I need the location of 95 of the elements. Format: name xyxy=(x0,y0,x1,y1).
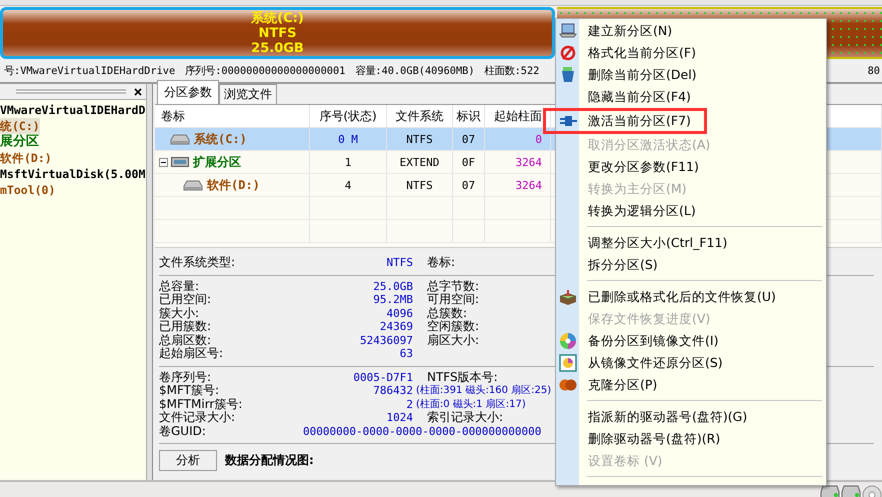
field-value: 52436097 xyxy=(359,334,413,347)
partition-block[interactable]: 系统(C:) NTFS 25.0GB xyxy=(0,7,555,59)
picture-icon xyxy=(558,354,576,372)
menu-item[interactable]: 格式化当前分区(F) xyxy=(556,42,826,64)
menu-item[interactable]: 转换为逻辑分区(L) xyxy=(556,200,826,222)
column-header[interactable]: 标识 xyxy=(453,105,485,127)
disk-drive-icon xyxy=(171,156,189,168)
collapse-icon[interactable] xyxy=(159,158,168,166)
field-value: (柱面:0 磁头:1 扇区:17) xyxy=(416,398,527,411)
pie-icon xyxy=(558,332,576,350)
box-icon xyxy=(558,288,576,306)
field-value: (柱面:391 磁头:160 扇区:25) xyxy=(416,384,552,398)
field-label: 已用空间: xyxy=(159,293,212,306)
menu-item[interactable]: 调整分区大小(Ctrl_F11) xyxy=(556,232,826,254)
partition-label: NTFS xyxy=(258,26,296,40)
disk-info-text: 80 xyxy=(868,65,880,77)
partition-label: 25.0GB xyxy=(251,40,304,56)
field-label: 簇大小: xyxy=(159,306,200,320)
field-value: 2 xyxy=(405,398,413,411)
field-value: 63 xyxy=(398,347,413,360)
field-value: 95.2MB xyxy=(372,293,413,306)
field-label: 文件记录大小: xyxy=(159,411,236,424)
field-label: 总扇区数: xyxy=(159,334,212,346)
tree-item[interactable]: MsftVirtualDisk(5.00M xyxy=(0,166,146,182)
column-header[interactable]: 起始柱面 xyxy=(485,105,551,127)
table-cell: 3264 xyxy=(485,174,551,196)
field-value: 0005-D7F1 xyxy=(352,370,413,384)
chart-heading: 数据分配情况图: xyxy=(225,452,314,469)
menu-item[interactable]: 从镜像文件还原分区(S) xyxy=(556,352,826,374)
field-label: 索引记录大小: xyxy=(427,411,504,424)
field-label: NTFS版本号: xyxy=(427,370,499,384)
field-label: $MFTMirr簇号: xyxy=(159,398,244,410)
field-label: 总字节数: xyxy=(427,280,480,293)
menu-item[interactable]: 拆分分区(S) xyxy=(556,254,826,276)
tree-item[interactable]: 统(C:) xyxy=(0,118,40,134)
tab[interactable]: 浏览文件 xyxy=(219,84,277,104)
table-cell: 4 xyxy=(310,174,387,196)
table-cell: 07 xyxy=(453,128,485,150)
table-cell: 07 xyxy=(453,174,485,196)
column-header[interactable]: 文件系统 xyxy=(387,105,453,127)
field-label: 卷序列号: xyxy=(159,370,212,384)
field-value: NTFS xyxy=(386,256,413,270)
field-label: 已用簇数: xyxy=(159,320,212,334)
menu-item[interactable]: 隐藏当前分区(F4) xyxy=(556,86,826,108)
table-cell: 1 xyxy=(310,151,387,173)
volume-label: 扩展分区 xyxy=(193,154,241,170)
volume-label: 软件(D:) xyxy=(207,176,260,194)
field-value: 4096 xyxy=(386,306,413,320)
field-label: 空闲簇数: xyxy=(427,320,480,334)
no-sign-icon xyxy=(558,44,576,62)
grip-icon xyxy=(16,88,126,94)
disk-info-text: 容量:40.0GB(40960MB) xyxy=(355,64,475,78)
tree-item[interactable]: 软件(D:) xyxy=(0,150,52,166)
column-header[interactable]: 序号(状态) xyxy=(310,105,387,127)
menu-item[interactable]: 激活当前分区(F7) xyxy=(543,108,707,134)
menu-item[interactable]: 建立新分区(N) xyxy=(556,20,826,42)
partition-label: 系统(C:) xyxy=(251,10,304,26)
tree-item[interactable]: 展分区 xyxy=(0,134,39,150)
table-cell: 3264 xyxy=(485,151,551,173)
volume-label: 系统(C:) xyxy=(194,130,247,148)
close-icon[interactable] xyxy=(134,88,142,96)
field-label: 总簇数: xyxy=(427,306,468,320)
disk-info-text: 号:VMwareVirtualIDEHardDrive xyxy=(4,64,176,78)
field-label: 总容量: xyxy=(159,280,200,293)
menu-item[interactable]: 克隆分区(P) xyxy=(556,374,826,396)
field-label: 卷GUID: xyxy=(159,424,207,438)
field-value: 25.0GB xyxy=(372,280,413,293)
column-header[interactable]: 卷标 xyxy=(155,105,310,127)
field-label: 卷标: xyxy=(427,256,456,270)
field-label: 起始扇区号: xyxy=(159,347,224,360)
field-label: $MFT簇号: xyxy=(159,384,220,398)
field-label: 扇区大小: xyxy=(427,334,480,347)
disk-info-text: 柱面数:522 xyxy=(484,64,540,78)
field-label: 可用空间: xyxy=(427,293,480,306)
field-value: 1024 xyxy=(386,411,413,424)
menu-item[interactable]: 已删除或格式化后的文件恢复(U) xyxy=(556,286,826,308)
tab[interactable]: 分区参数 xyxy=(157,80,219,104)
field-label: 文件系统类型: xyxy=(159,256,236,270)
table-cell: 0 M xyxy=(310,128,387,150)
field-value: 24369 xyxy=(378,320,413,334)
tree-item[interactable]: mTool(0) xyxy=(0,182,56,198)
menu-item[interactable]: 指派新的驱动器号(盘符)(G) xyxy=(556,406,826,428)
menu-item[interactable]: 备份分区到镜像文件(I) xyxy=(556,330,826,352)
menu-item[interactable]: 删除驱动器号(盘符)(R) xyxy=(556,428,826,450)
disk-info-text: 序列号:00000000000000000001 xyxy=(185,64,346,78)
laptop-icon xyxy=(558,22,576,40)
table-cell: EXTEND xyxy=(387,151,453,173)
menu-item[interactable]: 删除当前分区(Del) xyxy=(556,64,826,86)
tree-item[interactable]: VMwareVirtualIDEHardD xyxy=(0,102,146,118)
table-cell: 0F xyxy=(453,151,485,173)
field-value: 786432 xyxy=(372,384,413,398)
table-cell: 0 xyxy=(485,128,551,150)
table-cell: NTFS xyxy=(387,174,453,196)
analyze-button[interactable]: 分析 xyxy=(159,450,217,471)
table-cell: NTFS xyxy=(387,128,453,150)
